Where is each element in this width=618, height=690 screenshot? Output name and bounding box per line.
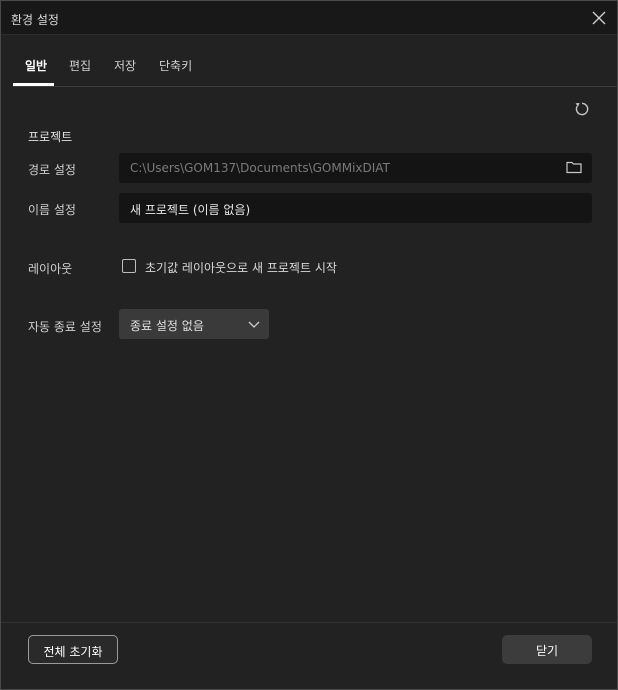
name-input[interactable]: 새 프로젝트 (이름 없음) [119,193,592,223]
autoclose-selected-value: 종료 설정 없음 [130,319,204,333]
footer-divider [1,622,617,623]
folder-browse-button[interactable] [566,160,582,174]
reset-button[interactable] [573,100,591,118]
name-value: 새 프로젝트 (이름 없음) [130,203,251,217]
tab-save[interactable]: 저장 [114,57,136,74]
name-label: 이름 설정 [28,203,76,217]
close-icon [592,11,606,25]
reset-all-label: 전체 초기화 [43,645,103,659]
tab-edit[interactable]: 편집 [69,57,91,74]
section-title-project: 프로젝트 [28,130,73,144]
reset-all-button[interactable]: 전체 초기화 [28,635,118,664]
layout-label: 레이아웃 [28,262,73,276]
tab-general[interactable]: 일반 [25,57,47,74]
settings-dialog: 환경 설정 일반 편집 저장 단축키 프로젝트 경로 설정 C:\Users\G… [0,0,618,690]
path-field[interactable]: C:\Users\GOM137\Documents\GOMMixDIAT [119,153,592,183]
layout-checkbox-label[interactable]: 초기값 레이아웃으로 새 프로젝트 시작 [145,259,337,276]
path-value: C:\Users\GOM137\Documents\GOMMixDIAT [130,161,390,175]
tab-shortcuts[interactable]: 단축키 [159,57,192,74]
chevron-down-icon [248,321,260,328]
window-title: 환경 설정 [11,13,59,27]
autoclose-label: 자동 종료 설정 [28,320,102,334]
folder-icon [566,161,582,174]
close-dialog-button[interactable]: 닫기 [502,635,592,664]
title-bar: 환경 설정 [1,1,617,35]
path-label: 경로 설정 [28,163,76,177]
close-dialog-label: 닫기 [535,644,559,658]
autoclose-select[interactable]: 종료 설정 없음 [119,309,269,339]
close-button[interactable] [589,8,609,28]
tabs-divider [13,86,617,87]
layout-checkbox[interactable] [122,259,136,273]
reset-icon [575,102,589,116]
